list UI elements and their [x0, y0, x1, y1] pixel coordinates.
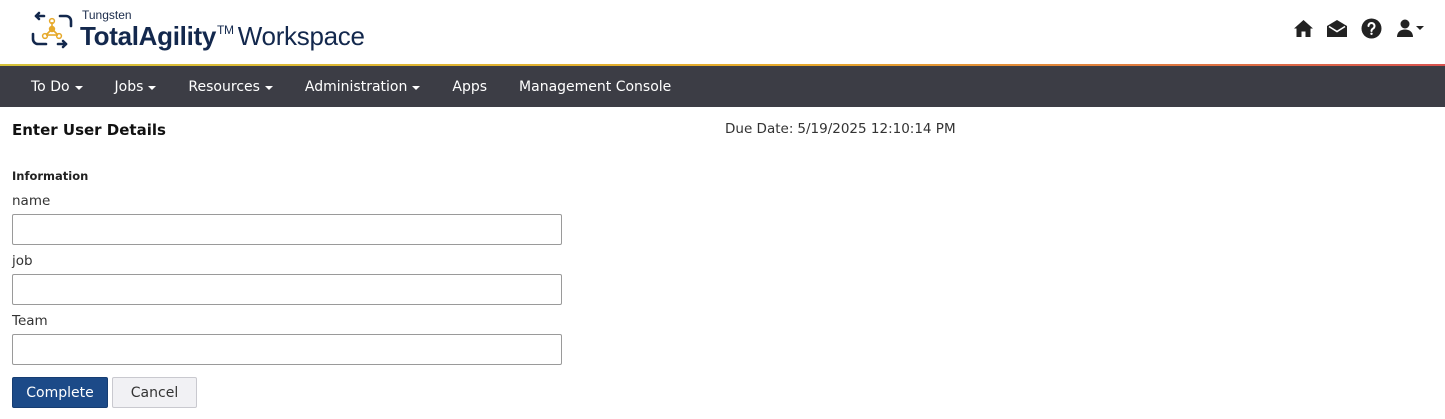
- caret-down-icon: [412, 85, 421, 90]
- nav-jobs[interactable]: Jobs: [99, 66, 173, 107]
- chevron-down-icon: [1416, 26, 1424, 30]
- mail-icon[interactable]: [1325, 16, 1349, 40]
- section-label: Information: [12, 169, 89, 183]
- nav-resources[interactable]: Resources: [172, 66, 289, 107]
- cancel-button[interactable]: Cancel: [112, 377, 197, 408]
- due-date-label: Due Date:: [725, 121, 794, 137]
- help-icon[interactable]: [1359, 16, 1383, 40]
- team-label: Team: [12, 313, 48, 329]
- name-input[interactable]: [12, 214, 562, 245]
- home-icon[interactable]: [1291, 16, 1315, 40]
- job-label: job: [12, 253, 33, 269]
- user-menu[interactable]: [1393, 16, 1427, 40]
- due-date-value: 5/19/2025 12:10:14 PM: [797, 121, 956, 137]
- logo-icon: [31, 11, 73, 49]
- header-toolbar: [1291, 16, 1427, 40]
- user-icon: [1397, 19, 1413, 37]
- main-nav: To Do Jobs Resources Administration Apps…: [0, 66, 1445, 107]
- nav-label: Administration: [304, 78, 408, 95]
- nav-label: Management Console: [519, 78, 672, 95]
- app-header: Tungsten TotalAgilityTM Workspace: [0, 0, 1445, 64]
- nav-label: To Do: [31, 78, 70, 95]
- page-title: Enter User Details: [12, 121, 166, 139]
- brand-product-rest: Workspace: [237, 21, 365, 51]
- name-label: name: [12, 193, 51, 209]
- nav-label: Jobs: [114, 78, 144, 95]
- brand-product: TotalAgilityTM Workspace: [80, 21, 365, 52]
- logo[interactable]: Tungsten TotalAgilityTM Workspace: [30, 7, 365, 57]
- brand-trademark: TM: [217, 23, 234, 37]
- caret-down-icon: [74, 85, 83, 90]
- nav-todo[interactable]: To Do: [15, 66, 99, 107]
- job-input[interactable]: [12, 274, 562, 305]
- brand-company: Tungsten: [82, 8, 132, 22]
- nav-administration[interactable]: Administration: [289, 66, 436, 107]
- caret-down-icon: [148, 85, 157, 90]
- complete-button[interactable]: Complete: [12, 377, 108, 408]
- team-input[interactable]: [12, 334, 562, 365]
- brand-product-bold: TotalAgility: [80, 21, 217, 51]
- due-date: Due Date: 5/19/2025 12:10:14 PM: [725, 121, 956, 137]
- caret-down-icon: [264, 85, 273, 90]
- nav-apps[interactable]: Apps: [436, 66, 503, 107]
- nav-label: Resources: [188, 78, 260, 95]
- nav-management-console[interactable]: Management Console: [503, 66, 687, 107]
- nav-label: Apps: [452, 78, 488, 95]
